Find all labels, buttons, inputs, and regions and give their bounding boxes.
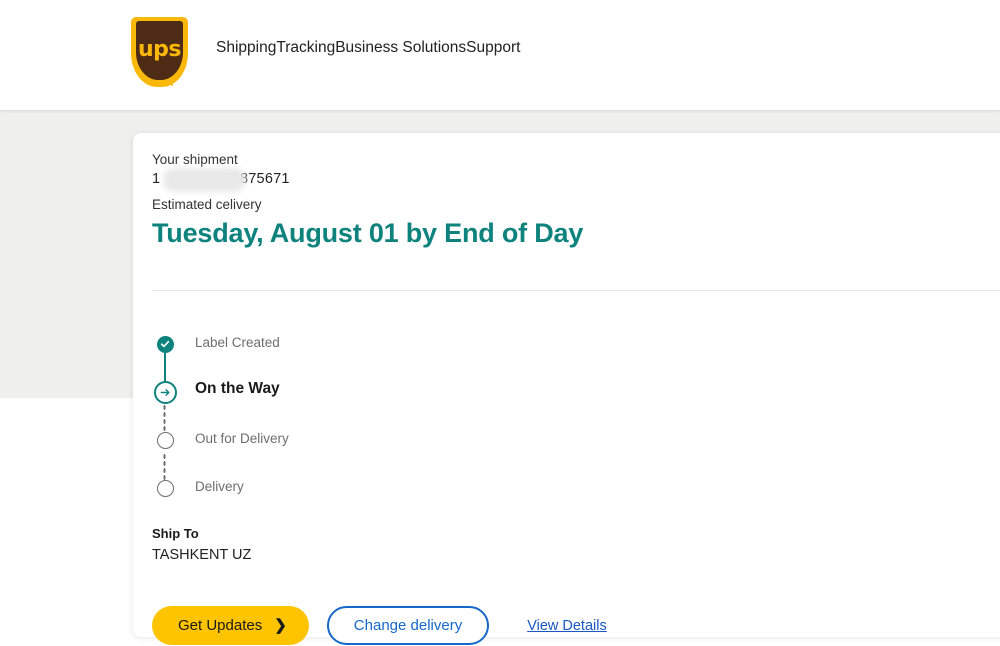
circle-outline-icon [156,431,174,449]
progress-step-label: Delivery [195,479,244,494]
circle-outline-icon [156,479,174,497]
site-header: ups Shipping Tracking Business Solutions… [0,0,1000,110]
get-updates-button[interactable]: Get Updates ❯ [152,606,309,645]
estimated-delivery-date: Tuesday, August 01 by End of Day [152,218,584,248]
nav-item-business-solutions[interactable]: Business Solutions [335,39,466,57]
view-details-link[interactable]: View Details [527,618,607,634]
card-divider [152,290,1000,291]
nav-item-shipping[interactable]: Shipping [216,39,276,57]
ship-to-value: TASHKENT UZ [152,547,252,563]
progress-step-label: Out for Delivery [195,431,289,446]
primary-navigation: Shipping Tracking Business Solutions Sup… [216,39,520,57]
change-delivery-button[interactable]: Change delivery [326,606,490,645]
ship-to-section: Ship To TASHKENT UZ [152,525,251,565]
progress-step-label: Label Created [195,335,280,350]
step-icon-wrap [152,427,178,453]
check-icon [156,335,174,353]
tracking-number-row: 1 796875671 [152,168,1000,192]
step-icon-wrap [152,475,178,501]
shipment-summary-card: Your shipment 1 796875671 Estimated celi… [133,133,1000,645]
ship-to-label: Ship To [152,526,199,541]
get-updates-label: Get Updates [178,617,263,634]
step-icon-wrap [152,379,178,405]
trademark-dot-icon [170,84,173,86]
arrow-right-icon [153,380,177,404]
step-icon-wrap [152,331,178,357]
ups-shield-logo[interactable]: ups [131,17,188,87]
card-content: Your shipment 1 796875671 Estimated celi… [152,151,1000,645]
tracking-number-redaction-overlay [163,168,246,192]
estimated-delivery-label: Estimated celivery [152,197,262,212]
your-shipment-label: Your shipment [152,152,238,167]
progress-step-label: On the Way [195,380,280,397]
ups-logo-text: ups [137,37,182,62]
nav-item-support[interactable]: Support [466,39,520,57]
nav-item-tracking[interactable]: Tracking [276,39,335,57]
chevron-right-icon: ❯ [274,617,287,634]
card-actions: Get Updates ❯ Change delivery View Detai… [152,606,607,645]
